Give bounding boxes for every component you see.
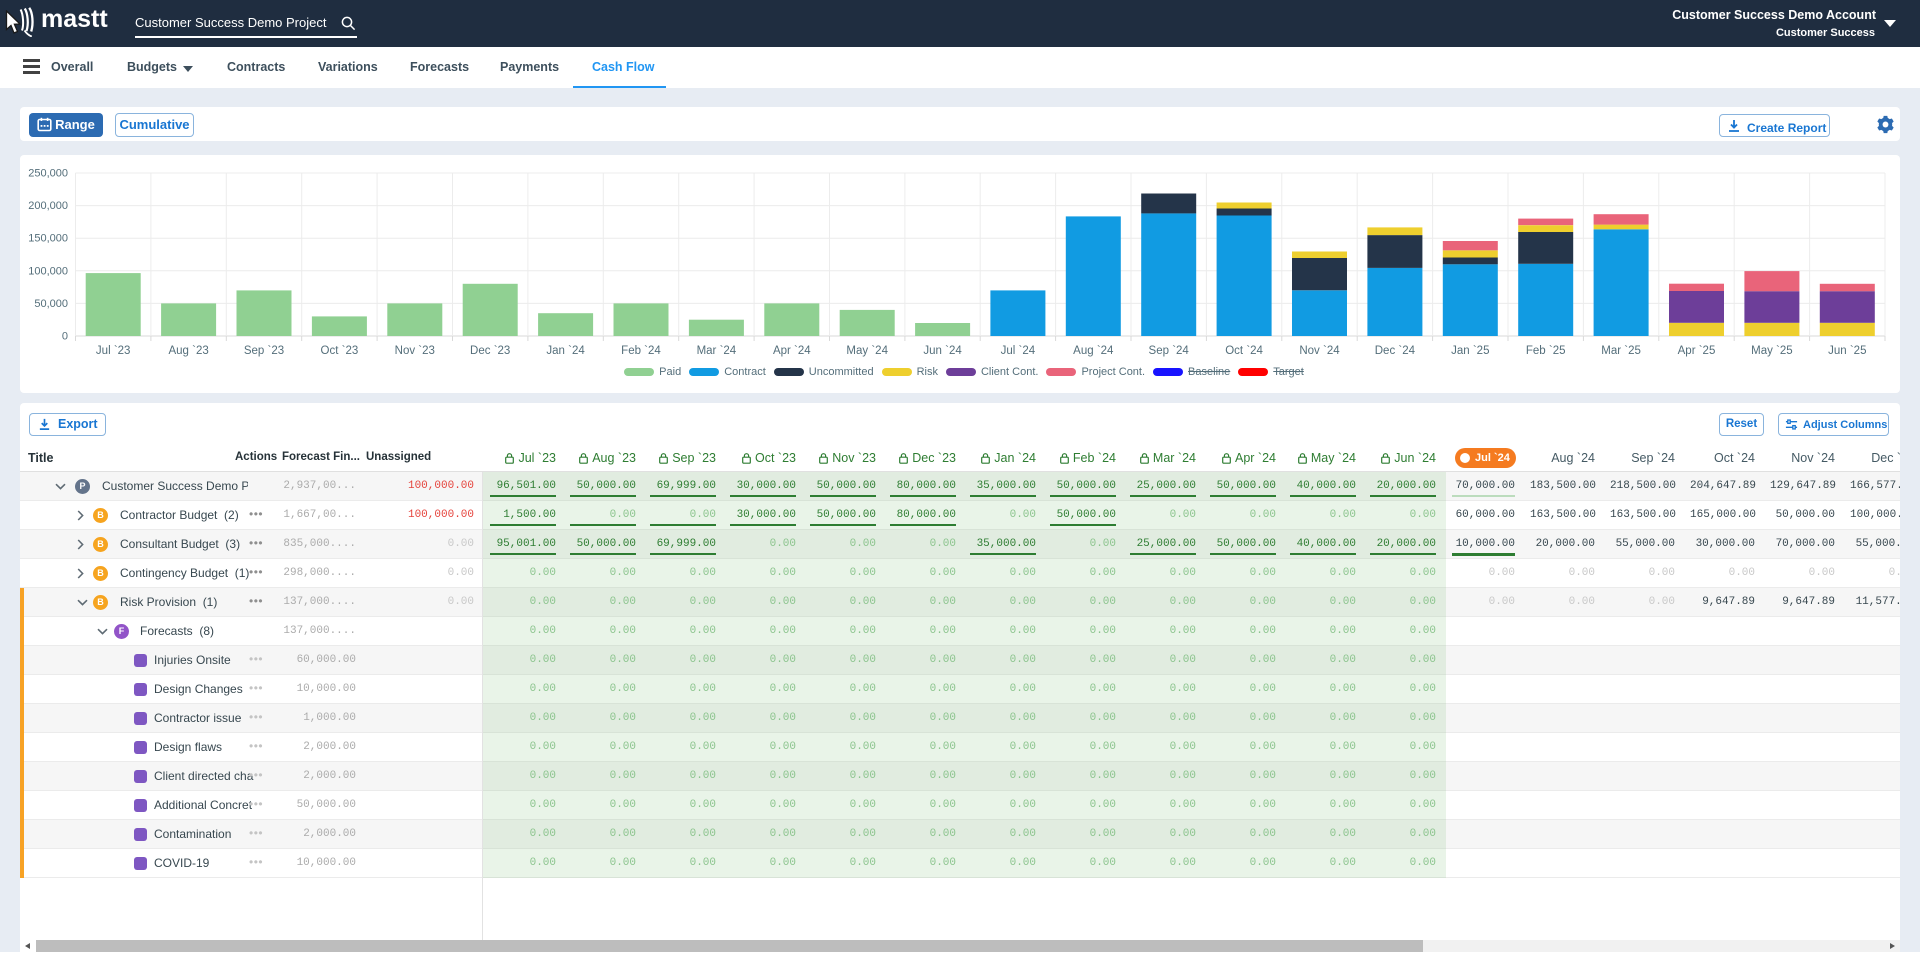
svg-text:0: 0	[62, 331, 68, 343]
svg-text:Nov `23: Nov `23	[395, 345, 435, 357]
svg-text:Apr `25: Apr `25	[1678, 345, 1716, 357]
svg-text:200,000: 200,000	[28, 200, 68, 212]
svg-text:Dec `23: Dec `23	[470, 345, 510, 357]
svg-text:May `24: May `24	[846, 345, 888, 357]
svg-text:Jul `23: Jul `23	[96, 345, 131, 357]
svg-text:100,000: 100,000	[28, 265, 68, 277]
svg-text:250,000: 250,000	[28, 168, 68, 180]
svg-text:Oct `23: Oct `23	[321, 345, 359, 357]
svg-text:Jan `24: Jan `24	[546, 345, 585, 357]
svg-text:Feb `25: Feb `25	[1526, 345, 1566, 357]
svg-text:Mar `25: Mar `25	[1601, 345, 1641, 357]
svg-text:Aug `24: Aug `24	[1073, 345, 1114, 357]
svg-text:Jun `25: Jun `25	[1828, 345, 1866, 357]
svg-text:Nov `24: Nov `24	[1299, 345, 1340, 357]
svg-text:Sep `23: Sep `23	[244, 345, 284, 357]
svg-text:May `25: May `25	[1751, 345, 1793, 357]
svg-text:150,000: 150,000	[28, 233, 68, 245]
svg-text:Sep `24: Sep `24	[1149, 345, 1190, 357]
svg-text:Oct `24: Oct `24	[1225, 345, 1263, 357]
svg-text:Jun `24: Jun `24	[923, 345, 962, 357]
svg-text:Dec `24: Dec `24	[1375, 345, 1416, 357]
svg-text:Apr `24: Apr `24	[773, 345, 811, 357]
svg-text:Mar `24: Mar `24	[697, 345, 737, 357]
svg-text:Jul `24: Jul `24	[1001, 345, 1036, 357]
svg-text:Jan `25: Jan `25	[1451, 345, 1489, 357]
svg-text:Aug `23: Aug `23	[168, 345, 208, 357]
svg-text:50,000: 50,000	[34, 298, 68, 310]
svg-text:Feb `24: Feb `24	[621, 345, 661, 357]
